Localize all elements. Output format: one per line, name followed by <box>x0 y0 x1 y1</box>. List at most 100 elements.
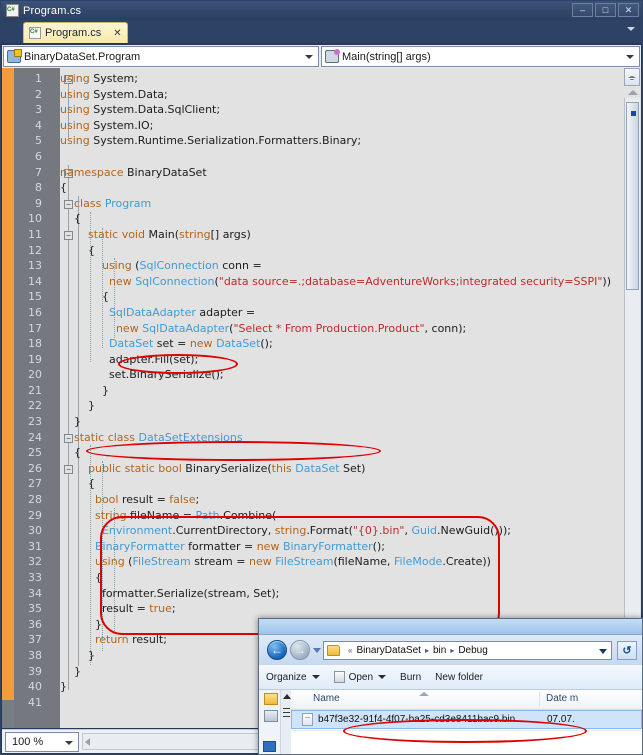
code-token: System; <box>90 72 138 85</box>
code-line[interactable]: 23 } <box>2 415 641 431</box>
triangle-up-icon[interactable] <box>628 90 638 95</box>
line-number: 23 <box>2 415 48 428</box>
table-row[interactable]: b47f3e32-91f4-4f07-ba25-cd3e8411bac9.bin… <box>291 710 642 729</box>
code-line[interactable]: 25 { <box>2 446 641 462</box>
windows-explorer-window[interactable]: ← → « BinaryDataSet ▸ bin ▸ Debug ↺ Orga… <box>258 618 643 755</box>
explorer-command-bar: Organize Open Burn New folder <box>259 665 642 690</box>
code-line[interactable]: 30 Environment.CurrentDirectory, string.… <box>2 524 641 540</box>
code-token: static <box>74 431 104 444</box>
line-number: 5 <box>2 134 48 147</box>
code-line[interactable]: 13 using (SqlConnection conn = <box>2 259 641 275</box>
code-line[interactable]: 4using System.IO; <box>2 119 641 135</box>
code-line[interactable]: 16 SqlDataAdapter adapter = <box>2 306 641 322</box>
code-token: using <box>60 103 90 116</box>
line-number: 13 <box>2 259 48 272</box>
line-number: 4 <box>2 119 48 132</box>
chevron-down-icon[interactable] <box>313 648 321 653</box>
code-token: System.Data.SqlClient; <box>90 103 220 116</box>
breadcrumb-item-bin[interactable]: bin <box>433 645 446 656</box>
line-number: 6 <box>2 150 48 163</box>
code-line[interactable]: 11− static void Main(string[] args) <box>2 228 641 244</box>
triangle-up-icon[interactable] <box>283 694 291 699</box>
code-line[interactable]: 33 { <box>2 571 641 587</box>
folder-icon[interactable] <box>264 693 278 705</box>
code-line[interactable]: 9− class Program <box>2 197 641 213</box>
code-line[interactable]: 19 adapter.Fill(set); <box>2 353 641 369</box>
close-button[interactable]: ✕ <box>618 3 639 17</box>
computer-icon[interactable] <box>264 710 278 722</box>
code-line[interactable]: 10 { <box>2 212 641 228</box>
type-dropdown[interactable]: BinaryDataSet.Program <box>3 46 319 67</box>
back-arrow-icon[interactable]: ← <box>267 640 287 660</box>
code-line[interactable]: 3using System.Data.SqlClient; <box>2 103 641 119</box>
code-line[interactable]: 7−namespace BinaryDataSet <box>2 166 641 182</box>
address-bar[interactable]: « BinaryDataSet ▸ bin ▸ Debug <box>323 641 612 660</box>
member-dropdown[interactable]: Main(string[] args) <box>321 46 640 67</box>
code-line[interactable]: 15 { <box>2 290 641 306</box>
triangle-left-icon[interactable] <box>85 738 90 746</box>
chevron-down-icon[interactable] <box>626 55 634 59</box>
refresh-icon[interactable]: ↺ <box>617 641 637 660</box>
code-line[interactable]: 18 DataSet set = new DataSet(); <box>2 337 641 353</box>
code-line[interactable]: 34 formatter.Serialize(stream, Set); <box>2 587 641 603</box>
breadcrumb-item-binarydataset[interactable]: BinaryDataSet <box>356 645 420 656</box>
code-line[interactable]: 17 new SqlDataAdapter("Select * From Pro… <box>2 322 641 338</box>
forward-arrow-icon[interactable]: → <box>290 640 310 660</box>
csharp-file-icon <box>6 4 19 17</box>
code-line-text: using System.Data.SqlClient; <box>60 103 641 116</box>
code-line[interactable]: 26− public static bool BinarySerialize(t… <box>2 462 641 478</box>
code-line[interactable]: 5using System.Runtime.Serialization.Form… <box>2 134 641 150</box>
code-line[interactable]: 8{ <box>2 181 641 197</box>
tab-close-icon[interactable]: ✕ <box>113 28 121 39</box>
breadcrumb-overflow-icon[interactable]: « <box>348 646 352 655</box>
code-line[interactable]: 32 using (FileStream stream = new FileSt… <box>2 555 641 571</box>
code-line-text: { <box>60 477 641 490</box>
navigation-pane-scroll[interactable] <box>280 690 291 754</box>
code-line[interactable]: 21 } <box>2 384 641 400</box>
organize-button[interactable]: Organize <box>259 665 327 689</box>
explorer-navigation-pane[interactable] <box>259 690 291 754</box>
scrollbar-thumb[interactable] <box>626 102 639 290</box>
code-line[interactable]: 14 new SqlConnection("data source=.;data… <box>2 275 641 291</box>
file-date-cell: 07.07. <box>547 714 575 725</box>
code-line[interactable]: 24− static class DataSetExtensions <box>2 431 641 447</box>
code-line[interactable]: 2using System.Data; <box>2 88 641 104</box>
open-button[interactable]: Open <box>327 665 393 689</box>
new-folder-button[interactable]: New folder <box>428 665 490 689</box>
chevron-down-icon[interactable] <box>599 649 607 654</box>
burn-button[interactable]: Burn <box>393 665 428 689</box>
code-line[interactable]: 29 string fileName = Path.Combine( <box>2 509 641 525</box>
chevron-down-icon[interactable] <box>627 27 635 31</box>
code-line[interactable]: 27 { <box>2 477 641 493</box>
split-view-icon[interactable]: ⌯ <box>624 68 640 86</box>
column-header-date-modified[interactable]: Date m <box>546 693 578 704</box>
code-token: string <box>95 509 127 522</box>
line-number: 16 <box>2 306 48 319</box>
code-line[interactable]: 6 <box>2 150 641 166</box>
code-line[interactable]: 35 result = true; <box>2 602 641 618</box>
code-token: DataSet <box>216 337 260 350</box>
code-token <box>60 509 95 522</box>
chevron-down-icon[interactable] <box>305 55 313 59</box>
tab-program-cs[interactable]: Program.cs ✕ <box>23 22 128 43</box>
column-divider[interactable] <box>539 692 540 707</box>
code-line[interactable]: 20 set.BinarySerialize(); <box>2 368 641 384</box>
code-token: .Format( <box>306 524 353 537</box>
code-line[interactable]: 22 } <box>2 399 641 415</box>
code-line[interactable]: 28 bool result = false; <box>2 493 641 509</box>
zoom-level-dropdown[interactable]: 100 % <box>5 732 79 752</box>
folder-icon <box>327 645 340 656</box>
code-line-text: } <box>60 415 641 428</box>
breadcrumb-item-debug[interactable]: Debug <box>458 645 487 656</box>
drive-icon[interactable] <box>263 741 276 752</box>
column-header-name[interactable]: Name <box>313 693 340 704</box>
code-token: using <box>60 72 90 85</box>
code-token: namespace <box>60 166 123 179</box>
code-line[interactable]: 31 BinaryFormatter formatter = new Binar… <box>2 540 641 556</box>
code-line[interactable]: 12 { <box>2 244 641 260</box>
maximize-button[interactable]: □ <box>595 3 616 17</box>
code-line[interactable]: 1−using System; <box>2 72 641 88</box>
chevron-down-icon[interactable] <box>65 741 73 745</box>
line-number: 10 <box>2 212 48 225</box>
minimize-button[interactable]: – <box>572 3 593 17</box>
